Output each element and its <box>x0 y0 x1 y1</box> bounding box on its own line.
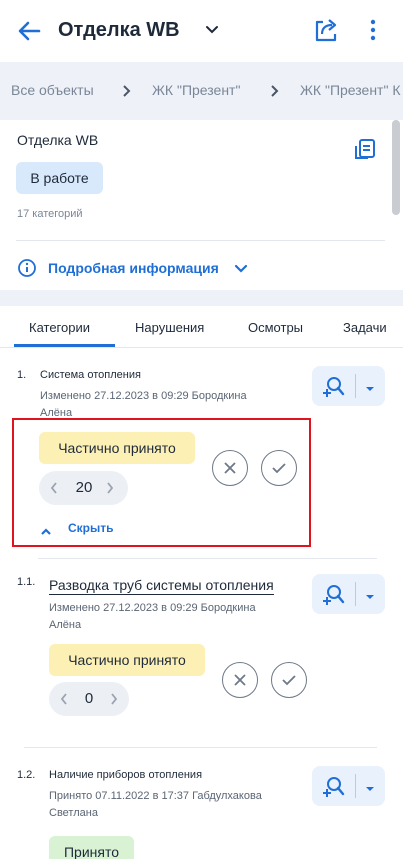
quantity-stepper[interactable]: 0 <box>49 682 129 716</box>
caret-down-icon[interactable] <box>364 781 376 791</box>
section-gap <box>0 290 403 306</box>
item-title[interactable]: Разводка труб системы отопления <box>49 577 274 595</box>
breadcrumb-item[interactable]: ЖК "Презент" <box>152 82 240 98</box>
reject-button[interactable] <box>222 662 258 698</box>
scrollbar[interactable] <box>392 120 400 215</box>
chevron-down-icon[interactable] <box>233 261 249 277</box>
document-edit-icon[interactable] <box>353 137 377 161</box>
search-user-icon[interactable] <box>321 582 345 606</box>
accept-button[interactable] <box>271 662 307 698</box>
tab-inspections[interactable]: Осмотры <box>248 320 303 335</box>
split-separator <box>355 582 356 606</box>
split-separator <box>355 774 356 798</box>
caret-down-icon[interactable] <box>364 589 376 599</box>
stepper-value: 0 <box>84 690 94 707</box>
tab-tasks[interactable]: Задачи <box>343 320 387 335</box>
status-badge: В работе <box>16 162 103 194</box>
chevron-right-icon <box>269 84 279 98</box>
divider <box>24 747 377 748</box>
split-separator <box>355 374 356 398</box>
chevron-right-icon <box>121 84 131 98</box>
item-meta-line: Изменено 27.12.2023 в 09:29 Бородкина <box>40 390 247 402</box>
item-number: 1.1. <box>17 576 36 588</box>
highlight-box <box>12 418 311 547</box>
inspect-split-button[interactable] <box>312 366 385 406</box>
page-title: Отделка WB <box>58 19 180 41</box>
category-count: 17 категорий <box>17 208 83 220</box>
info-icon[interactable] <box>17 258 37 278</box>
inspect-split-button[interactable] <box>312 574 385 614</box>
more-vertical-icon[interactable] <box>360 15 386 45</box>
item-meta-line: Принято 07.11.2022 в 17:37 Габдулхакова <box>49 790 262 802</box>
status-badge-accepted: Принято <box>49 836 134 859</box>
caret-down-icon[interactable] <box>364 381 376 391</box>
item-meta: Изменено 27.12.2023 в 09:29 Бородкина Ал… <box>49 600 256 634</box>
status-badge-partial: Частично принято <box>49 644 205 676</box>
breadcrumb-item[interactable]: Все объекты <box>11 82 94 98</box>
active-tab-indicator <box>14 344 115 347</box>
item-title[interactable]: Система отопления <box>40 369 141 381</box>
search-user-icon[interactable] <box>321 774 345 798</box>
item-meta: Изменено 27.12.2023 в 09:29 Бородкина Ал… <box>40 388 247 422</box>
divider <box>16 240 385 241</box>
close-icon <box>234 674 246 686</box>
item-meta-line: Изменено 27.12.2023 в 09:29 Бородкина <box>49 602 256 614</box>
breadcrumb: Все объекты ЖК "Презент" ЖК "Презент" К <box>0 62 403 120</box>
back-arrow-icon[interactable] <box>14 16 44 46</box>
breadcrumb-item[interactable]: ЖК "Презент" К <box>300 82 400 98</box>
divider <box>38 558 377 559</box>
share-icon[interactable] <box>311 15 341 45</box>
details-link[interactable]: Подробная информация <box>48 260 219 276</box>
object-name: Отделка WB <box>17 132 99 148</box>
item-meta: Принято 07.11.2022 в 17:37 Габдулхакова … <box>49 788 262 822</box>
check-icon <box>282 675 296 686</box>
item-meta-line: Светлана <box>49 807 98 819</box>
chevron-down-icon[interactable] <box>204 22 220 38</box>
search-user-icon[interactable] <box>321 374 345 398</box>
item-title[interactable]: Наличие приборов отопления <box>49 769 202 781</box>
item-number: 1. <box>17 369 27 381</box>
chevron-right-icon[interactable] <box>109 692 119 706</box>
tab-violations[interactable]: Нарушения <box>135 320 204 335</box>
chevron-left-icon[interactable] <box>59 692 69 706</box>
tab-bar: Категории Нарушения Осмотры Задачи <box>0 306 403 348</box>
item-number: 1.2. <box>17 769 36 781</box>
inspect-split-button[interactable] <box>312 766 385 806</box>
app-bar: Отделка WB <box>0 0 403 62</box>
tab-categories[interactable]: Категории <box>29 320 90 335</box>
item-meta-line: Алёна <box>49 619 82 631</box>
